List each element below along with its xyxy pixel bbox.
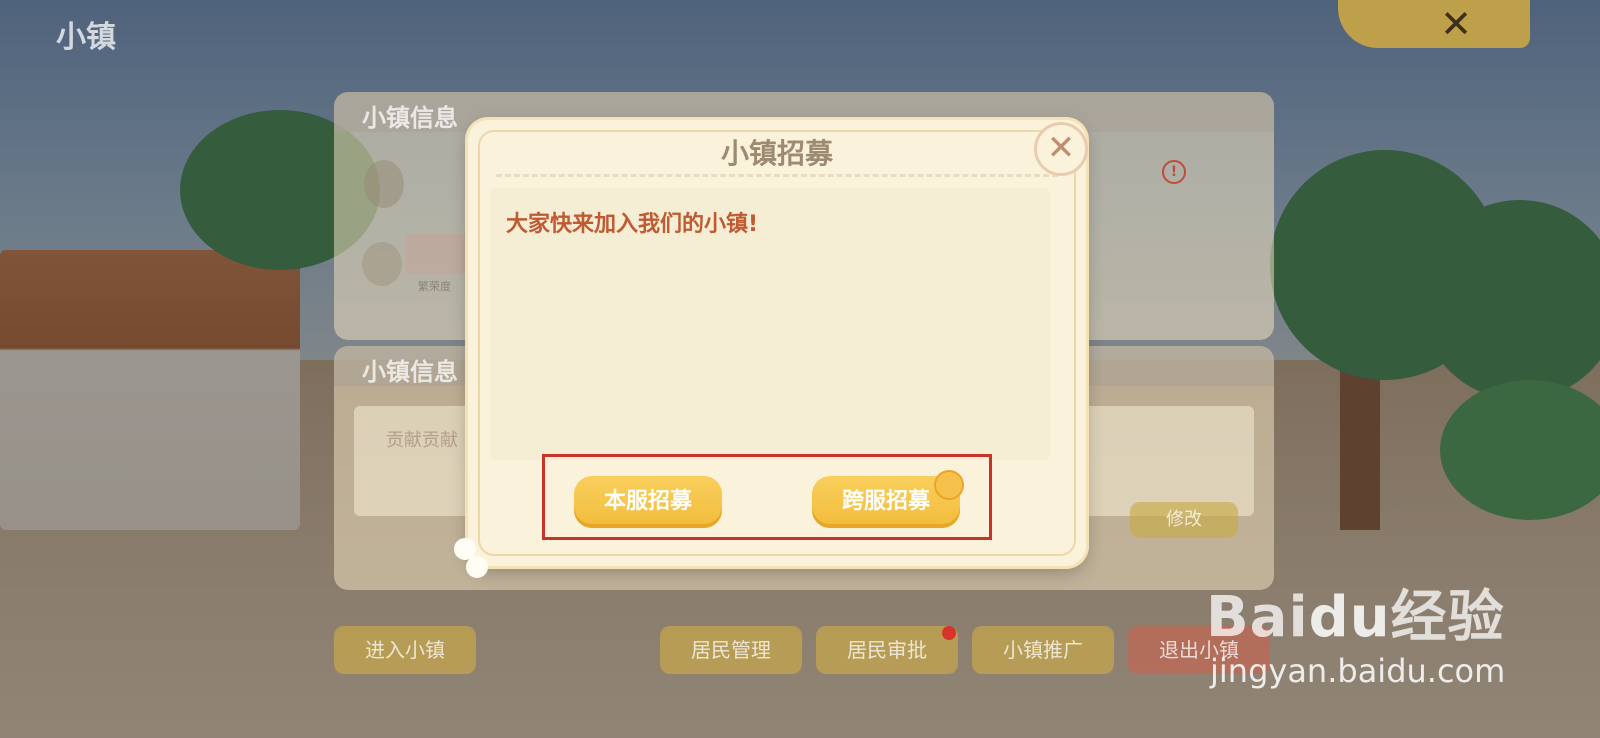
warning-icon[interactable]: ! — [1162, 160, 1186, 184]
highlight-box — [542, 454, 992, 540]
dialog-divider — [496, 174, 1058, 177]
enter-town-button[interactable]: 进入小镇 — [334, 626, 476, 674]
panel-title: 小镇信息 — [362, 104, 458, 132]
game-title: 小镇 — [56, 20, 116, 55]
blurred-value — [406, 234, 466, 274]
notice-text: 贡献贡献 — [386, 430, 458, 451]
message-area[interactable]: 大家快来加入我们的小镇! — [490, 188, 1050, 460]
notification-dot — [942, 626, 956, 640]
prosperity-label: 繁荣度 — [418, 280, 451, 293]
logo-cn: 经验 — [1390, 585, 1505, 650]
tree-icon — [362, 242, 402, 286]
resident-approve-button[interactable]: 居民审批 — [816, 626, 958, 674]
dialog-title: 小镇招募 — [720, 137, 833, 170]
edit-button[interactable]: 修改 — [1130, 502, 1238, 538]
watermark-url: jingyan.baidu.com — [1210, 652, 1506, 690]
baidu-jingyan-logo: Baidu经验 — [1206, 572, 1505, 653]
paw-decoration — [466, 556, 488, 578]
town-promote-button[interactable]: 小镇推广 — [972, 626, 1114, 674]
resident-manage-button[interactable]: 居民管理 — [660, 626, 802, 674]
logo-du: du — [1308, 585, 1391, 650]
close-icon[interactable]: ✕ — [1432, 2, 1480, 46]
close-icon[interactable]: ✕ — [1034, 122, 1088, 176]
panel-title: 小镇信息 — [362, 358, 458, 386]
recruit-message: 大家快来加入我们的小镇! — [506, 212, 759, 237]
logo-bai: Bai — [1206, 585, 1309, 650]
star-badge-icon — [364, 160, 404, 208]
